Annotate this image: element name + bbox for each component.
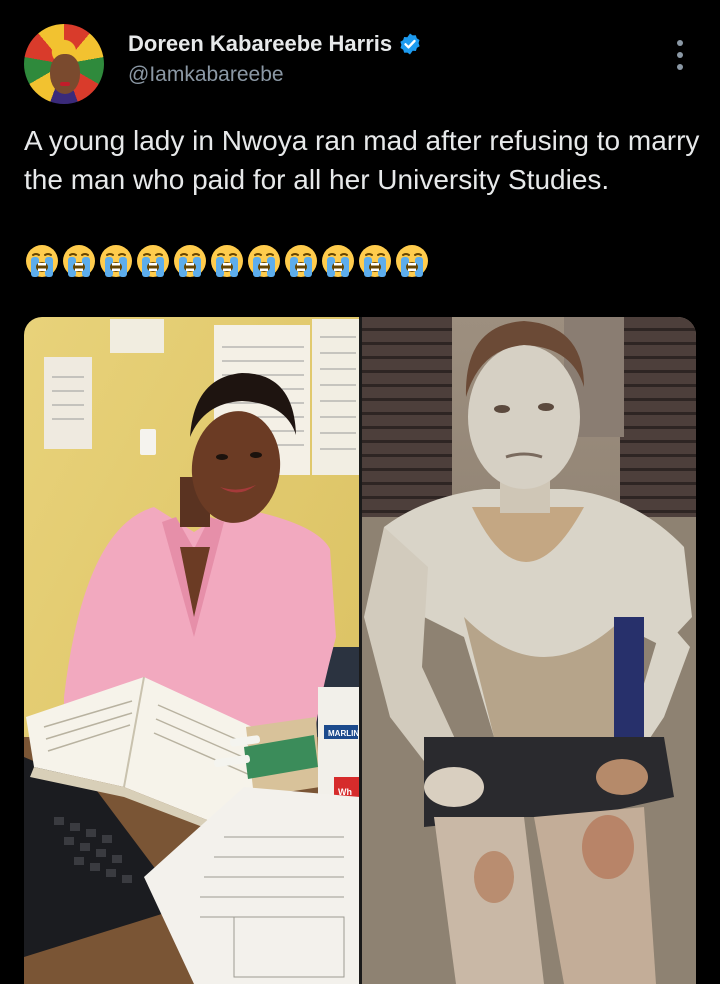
wall-switch xyxy=(140,429,156,455)
avatar-lips xyxy=(60,82,70,86)
avatar-face xyxy=(50,54,80,94)
loudly-crying-face-icon xyxy=(285,245,317,277)
author-display-name[interactable]: Doreen Kabareebe Harris xyxy=(128,31,392,57)
loudly-crying-face-icon xyxy=(137,245,169,277)
tweet-photo-collage: MARLIN Wh xyxy=(24,317,696,984)
loudly-crying-face-icon xyxy=(211,245,243,277)
loudly-crying-face-icon xyxy=(322,245,354,277)
tweet[interactable]: Doreen Kabareebe Harris @Iamkabareebe A … xyxy=(0,0,720,984)
tweet-text: A young lady in Nwoya ran mad after refu… xyxy=(24,125,700,195)
emoji-row xyxy=(24,243,430,279)
author-avatar[interactable] xyxy=(24,24,104,104)
loudly-crying-face-icon xyxy=(248,245,280,277)
loudly-crying-face-icon xyxy=(359,245,391,277)
loudly-crying-face-icon xyxy=(26,245,58,277)
wall-paper xyxy=(44,357,92,449)
author-name-row[interactable]: Doreen Kabareebe Harris xyxy=(128,31,422,57)
photo-right-street xyxy=(362,317,696,984)
author-handle[interactable]: @Iamkabareebe xyxy=(128,63,284,87)
tweet-photo[interactable]: MARLIN Wh xyxy=(24,317,696,984)
chalk-box-brand: MARLIN xyxy=(328,729,359,738)
more-options-icon[interactable] xyxy=(668,40,692,70)
woman-head-powdered xyxy=(468,345,580,489)
loudly-crying-face-icon xyxy=(174,245,206,277)
loudly-crying-face-icon xyxy=(396,245,428,277)
photo-left-office: MARLIN Wh xyxy=(24,317,360,984)
verified-badge-icon xyxy=(400,33,420,55)
loudly-crying-face-icon xyxy=(63,245,95,277)
wall-timetable xyxy=(312,319,360,475)
wall-paper xyxy=(110,319,164,353)
loudly-crying-face-icon xyxy=(100,245,132,277)
